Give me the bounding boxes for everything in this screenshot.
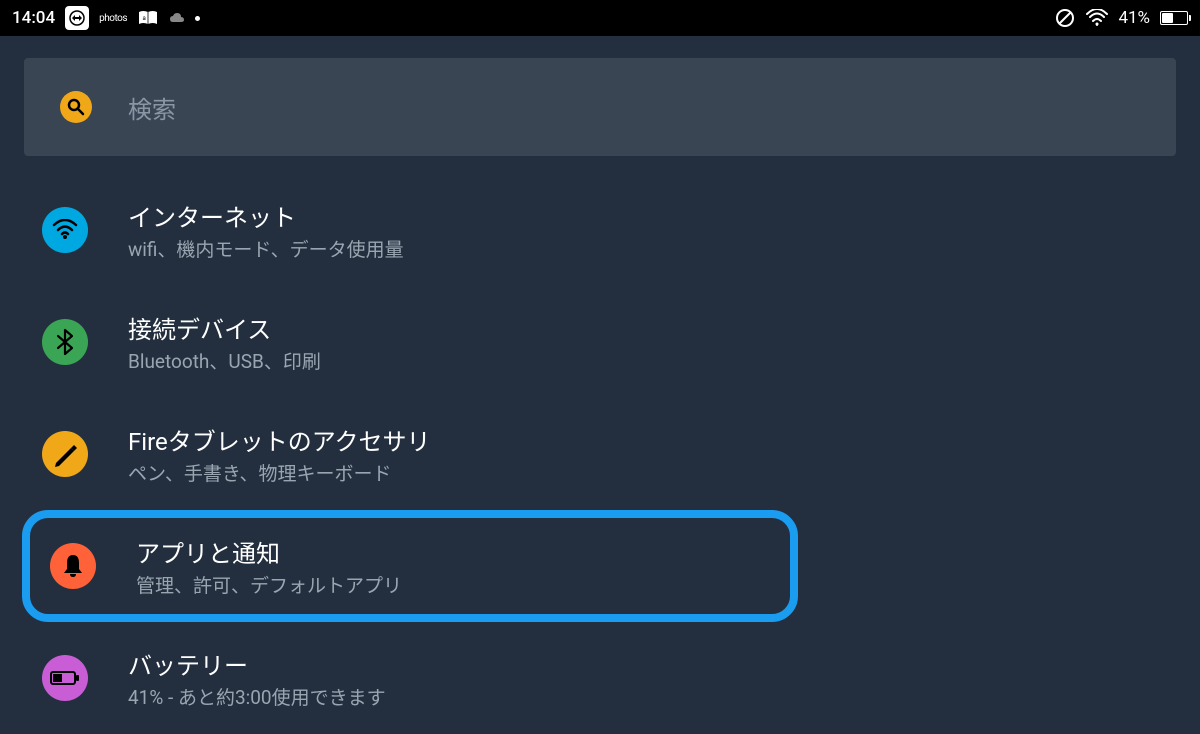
settings-item-internet[interactable]: インターネット wifi、機内モード、データ使用量 (36, 174, 1176, 286)
photos-app-icon: photos (99, 13, 127, 24)
dot-icon (195, 16, 200, 21)
wifi-icon (1086, 9, 1108, 27)
item-subtitle: 管理、許可、デフォルトアプリ (136, 571, 402, 598)
battery-percent: 41% (1118, 8, 1150, 28)
settings-item-connected-devices[interactable]: 接続デバイス Bluetooth、USB、印刷 (36, 286, 1176, 398)
pen-icon (42, 431, 88, 477)
battery-icon (1160, 11, 1188, 25)
status-right: 41% (1054, 7, 1188, 29)
search-icon (60, 91, 92, 123)
status-left: 14:04 photos a (12, 6, 200, 30)
cloud-icon (169, 12, 185, 24)
item-title: インターネット (128, 198, 404, 233)
settings-item-apps-notifications[interactable]: アプリと通知 管理、許可、デフォルトアプリ (22, 510, 798, 622)
status-bar: 14:04 photos a 41% (0, 0, 1200, 36)
item-title: バッテリー (128, 646, 386, 681)
settings-item-accessories[interactable]: Fireタブレットのアクセサリ ペン、手書き、物理キーボード (36, 398, 1176, 510)
item-subtitle: Bluetooth、USB、印刷 (128, 347, 321, 374)
bluetooth-icon (42, 319, 88, 365)
svg-text:a: a (143, 15, 146, 22)
search-bar[interactable]: 検索 (24, 58, 1176, 156)
battery-settings-icon (42, 655, 88, 701)
wifi-settings-icon (42, 207, 88, 253)
teamviewer-icon (65, 6, 89, 30)
item-subtitle: ペン、手書き、物理キーボード (128, 459, 431, 486)
item-title: Fireタブレットのアクセサリ (128, 422, 431, 457)
status-time: 14:04 (12, 8, 55, 28)
settings-list: インターネット wifi、機内モード、データ使用量 接続デバイス Bluetoo… (24, 174, 1176, 734)
settings-item-battery[interactable]: バッテリー 41% - あと約3:00使用できます (36, 622, 1176, 734)
item-subtitle: wifi、機内モード、データ使用量 (128, 235, 404, 262)
bell-icon (50, 543, 96, 589)
item-subtitle: 41% - あと約3:00使用できます (128, 683, 386, 710)
do-not-disturb-icon (1054, 7, 1076, 29)
book-app-icon: a (137, 10, 159, 26)
search-placeholder: 検索 (128, 90, 176, 125)
item-title: アプリと通知 (136, 534, 402, 569)
item-title: 接続デバイス (128, 310, 321, 345)
